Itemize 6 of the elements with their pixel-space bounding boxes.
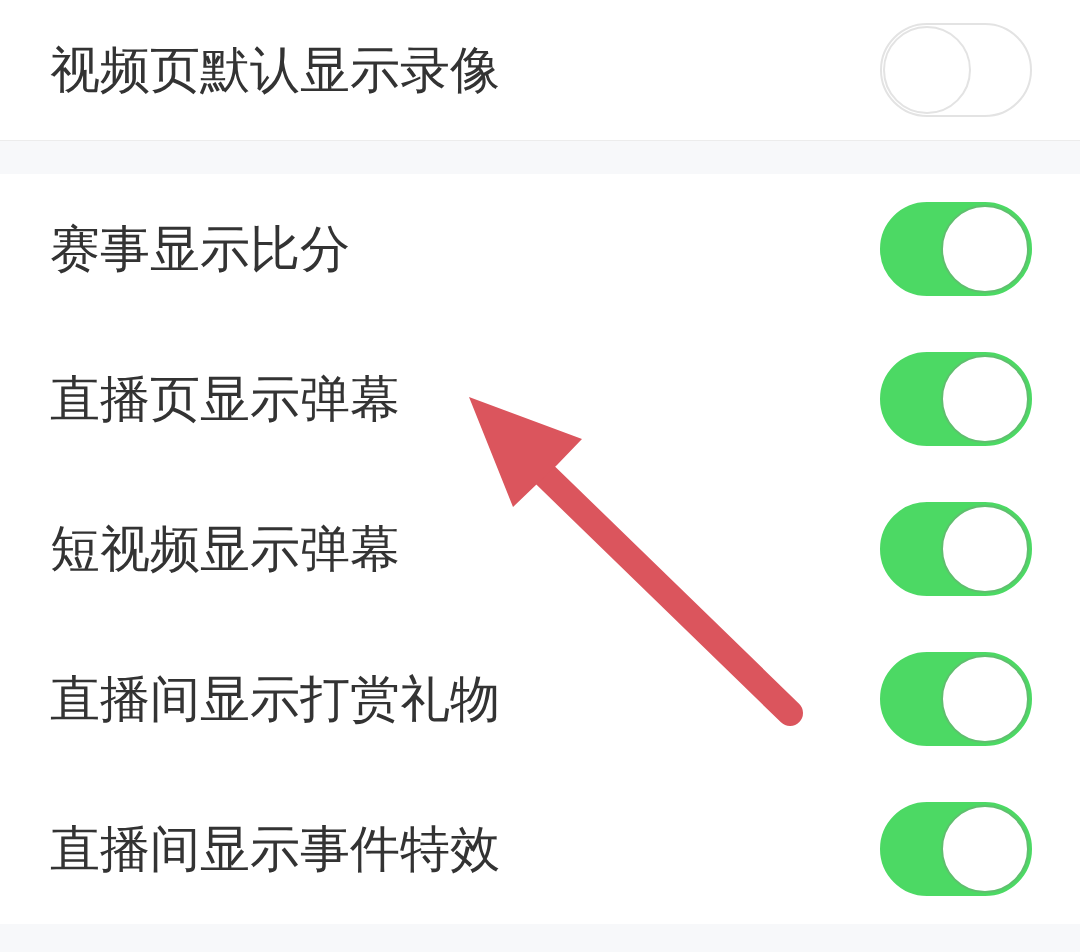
setting-label: 视频页默认显示录像	[50, 45, 500, 95]
setting-label: 赛事显示比分	[50, 224, 350, 274]
setting-label: 直播页显示弹幕	[50, 374, 400, 424]
setting-label: 短视频显示弹幕	[50, 524, 400, 574]
setting-label: 直播间显示事件特效	[50, 824, 500, 874]
setting-label: 直播间显示打赏礼物	[50, 674, 500, 724]
